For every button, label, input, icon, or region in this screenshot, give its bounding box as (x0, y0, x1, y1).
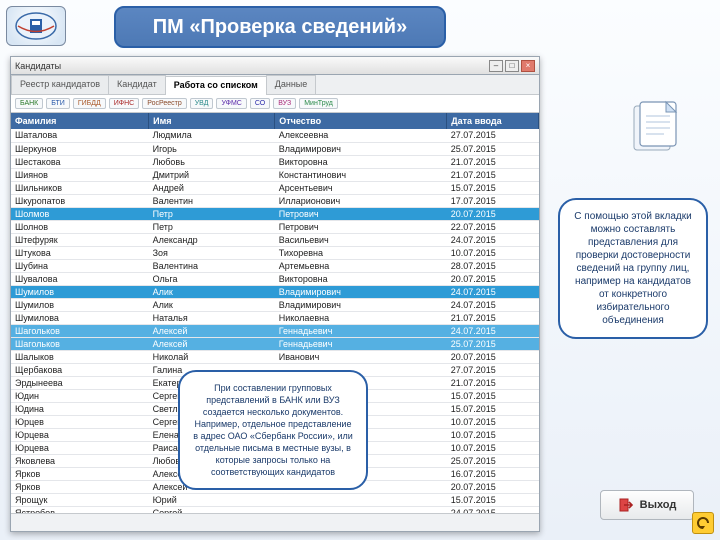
filter-ГИБДД[interactable]: ГИБДД (73, 98, 106, 109)
filter-СО[interactable]: СО (250, 98, 270, 109)
col-header[interactable]: Дата ввода (447, 113, 539, 129)
page-title: ПМ «Проверка сведений» (153, 16, 407, 39)
window-statusbar (11, 513, 539, 531)
tab-bar: Реестр кандидатовКандидатРабота со списк… (11, 75, 539, 95)
table-row[interactable]: ШкуропатовВалентинИлларионович17.07.2015 (11, 194, 539, 207)
table-row[interactable]: ШтуковаЗояТихоревна10.07.2015 (11, 246, 539, 259)
table-row[interactable]: ЯрощукЮрий15.07.2015 (11, 493, 539, 506)
table-row[interactable]: ШияновДмитрийКонстантинович21.07.2015 (11, 168, 539, 181)
tab-3[interactable]: Данные (266, 75, 317, 94)
table-row[interactable]: ШумиловАликВладимирович24.07.2015 (11, 285, 539, 298)
table-row[interactable]: ШумиловАликВладимирович24.07.2015 (11, 298, 539, 311)
table-row[interactable]: ШагольковАлексейГеннадьевич25.07.2015 (11, 337, 539, 350)
exit-button[interactable]: Выход (600, 490, 694, 520)
org-logo (6, 6, 66, 46)
window-max-button[interactable]: □ (505, 60, 519, 72)
nav-return-button[interactable] (692, 512, 714, 534)
filter-МинТруд[interactable]: МинТруд (299, 98, 338, 109)
return-arrow-icon (696, 516, 710, 530)
filter-УВД[interactable]: УВД (190, 98, 214, 109)
exit-button-label: Выход (640, 499, 677, 511)
window-title-text: Кандидаты (15, 61, 61, 71)
tab-2[interactable]: Работа со списком (165, 76, 267, 95)
filter-БАНК[interactable]: БАНК (15, 98, 43, 109)
table-row[interactable]: ШолмовПетрПетрович20.07.2015 (11, 207, 539, 220)
help-bubble-list-tab: С помощью этой вкладки можно составлять … (558, 198, 708, 339)
filter-ИФНС[interactable]: ИФНС (109, 98, 139, 109)
table-row[interactable]: ШеркуновИгорьВладимирович25.07.2015 (11, 142, 539, 155)
filter-РосРеестр[interactable]: РосРеестр (142, 98, 187, 109)
table-row[interactable]: ШаталоваЛюдмилаАлексеевна27.07.2015 (11, 129, 539, 142)
table-row[interactable]: ШильниковАндрейАрсентьевич15.07.2015 (11, 181, 539, 194)
col-header[interactable]: Отчество (275, 113, 447, 129)
table-row[interactable]: ШумиловаНатальяНиколаевна21.07.2015 (11, 311, 539, 324)
filter-БТИ[interactable]: БТИ (46, 98, 70, 109)
table-row[interactable]: ШубинаВалентинаАртемьевна28.07.2015 (11, 259, 539, 272)
filter-bar: БАНКБТИГИБДДИФНСРосРеестрУВДУФМС СОВУЗМин… (11, 95, 539, 113)
table-row[interactable]: ШалыковНиколайИванович20.07.2015 (11, 350, 539, 363)
window-min-button[interactable]: – (489, 60, 503, 72)
help-bubble-group-docs: При составлении групповых представлений … (178, 370, 368, 490)
table-row[interactable]: ШуваловаОльгаВикторовна20.07.2015 (11, 272, 539, 285)
window-titlebar: Кандидаты – □ × (11, 57, 539, 75)
col-header[interactable]: Имя (149, 113, 275, 129)
filter-ВУЗ[interactable]: ВУЗ (273, 98, 296, 109)
table-row[interactable]: ШестаковаЛюбовьВикторовна21.07.2015 (11, 155, 539, 168)
table-row[interactable]: ШтефурякАлександрВасильевич24.07.2015 (11, 233, 539, 246)
exit-icon (618, 497, 634, 513)
col-header[interactable]: Фамилия (11, 113, 149, 129)
filter-УФМС[interactable]: УФМС (216, 98, 246, 109)
table-row[interactable]: ШагольковАлексейГеннадьевич24.07.2015 (11, 324, 539, 337)
table-row[interactable]: ШолновПетрПетрович22.07.2015 (11, 220, 539, 233)
page-title-chip: ПМ «Проверка сведений» (114, 6, 446, 48)
tab-0[interactable]: Реестр кандидатов (11, 75, 109, 94)
window-close-button[interactable]: × (521, 60, 535, 72)
document-icon (626, 100, 686, 156)
tab-1[interactable]: Кандидат (108, 75, 166, 94)
